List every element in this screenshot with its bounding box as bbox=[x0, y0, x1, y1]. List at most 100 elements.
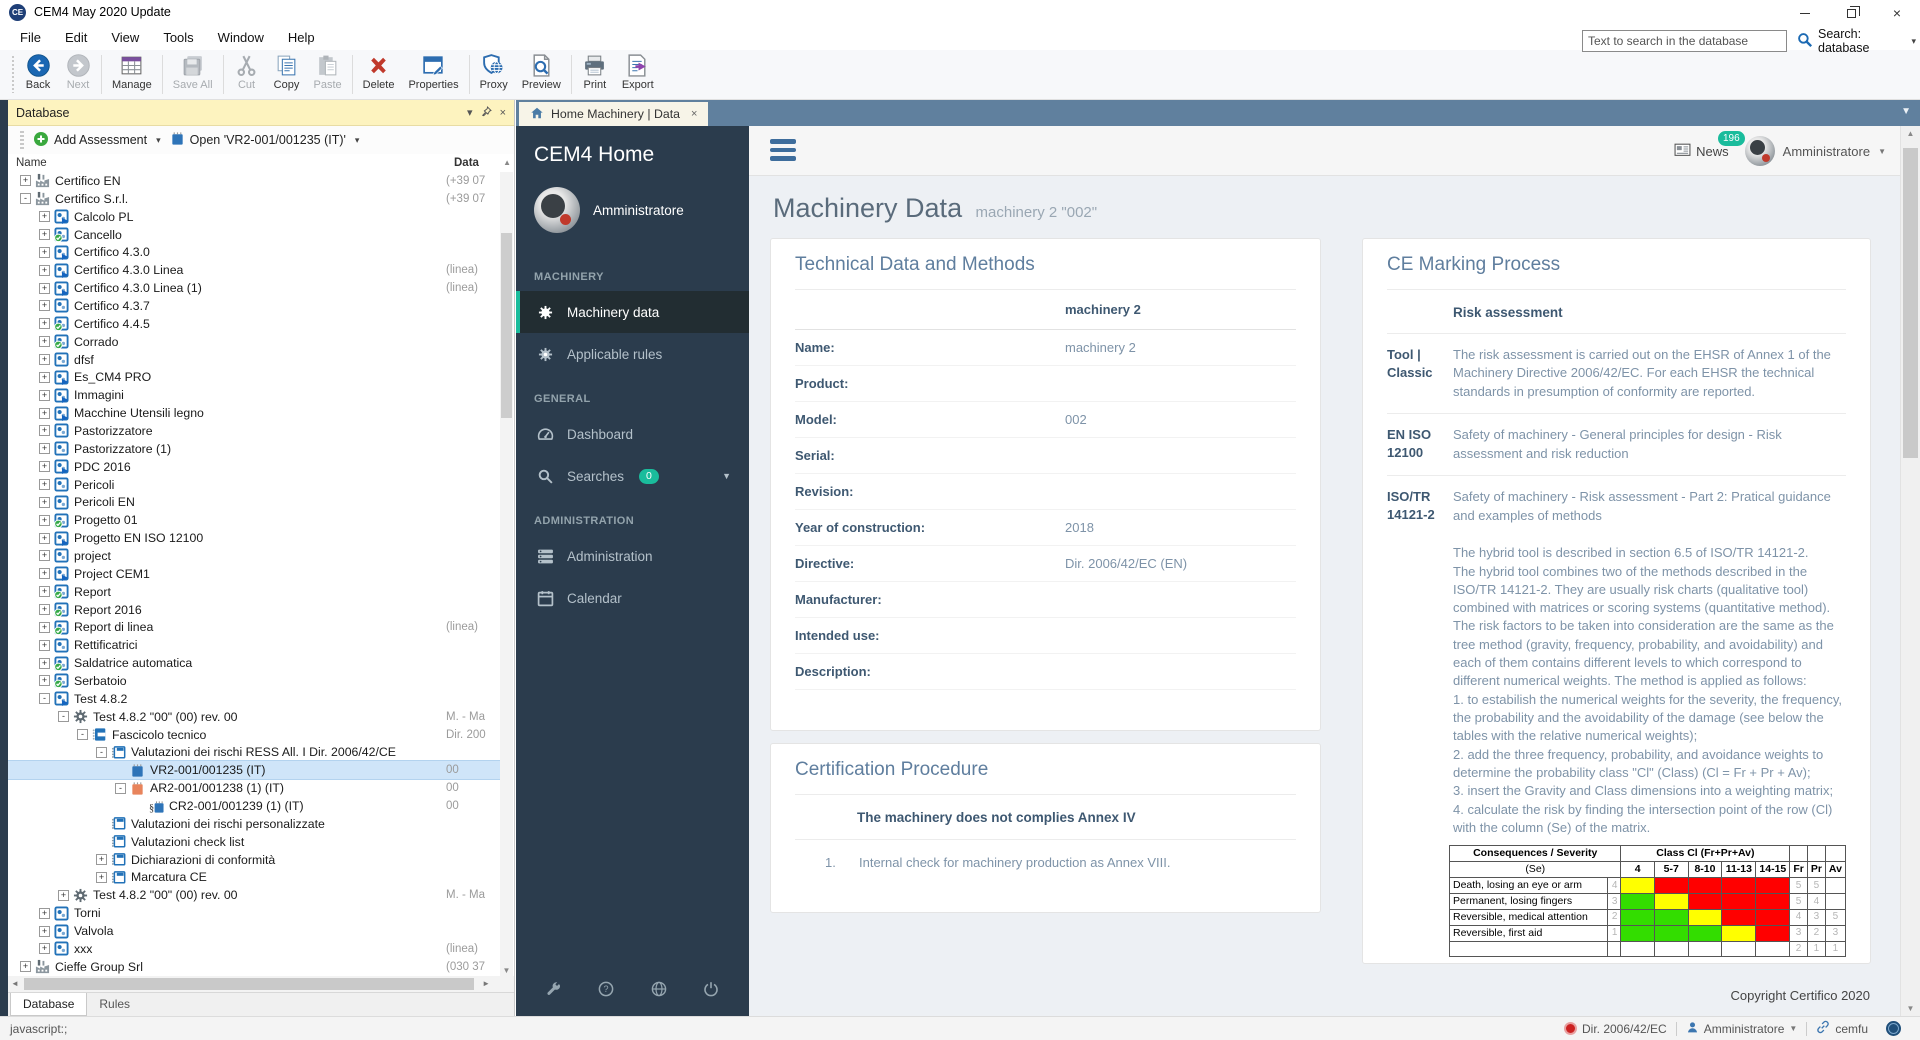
tree-item[interactable]: +Cancello bbox=[8, 226, 500, 244]
scroll-up-icon[interactable]: ▲ bbox=[1901, 129, 1920, 138]
tree-item[interactable]: +Project CEM1 bbox=[8, 565, 500, 583]
tree-item[interactable]: +Progetto EN ISO 12100 bbox=[8, 529, 500, 547]
scrollbar-thumb[interactable] bbox=[24, 978, 474, 990]
user-menu[interactable]: Amministratore ▼ bbox=[1745, 136, 1886, 166]
tree-item[interactable]: +Report bbox=[8, 583, 500, 601]
tree-item[interactable]: +Pastorizzatore (1) bbox=[8, 440, 500, 458]
tree-expander-icon[interactable]: + bbox=[39, 640, 50, 651]
minimize-button[interactable] bbox=[1782, 0, 1828, 26]
power-icon[interactable] bbox=[703, 981, 719, 1002]
hamburger-menu-icon[interactable] bbox=[770, 139, 796, 161]
sidebar-item-searches[interactable]: Searches0▼ bbox=[516, 455, 749, 497]
tree-expander-icon[interactable]: + bbox=[96, 854, 107, 865]
open-assessment-button[interactable]: Open 'VR2-001/001235 (IT)' bbox=[190, 133, 346, 147]
export-button[interactable]: Export bbox=[615, 50, 661, 99]
tree-expander-icon[interactable]: + bbox=[39, 604, 50, 615]
tree-expander-icon[interactable]: + bbox=[39, 943, 50, 954]
tree-expander-icon[interactable]: + bbox=[39, 408, 50, 419]
search-database-button[interactable]: Search: database ▾ bbox=[1797, 30, 1920, 52]
tree-item[interactable]: +Es_CM4 PRO bbox=[8, 368, 500, 386]
tree-item[interactable]: -Valutazioni dei rischi RESS All. I Dir.… bbox=[8, 744, 500, 762]
print-button[interactable]: Print bbox=[575, 50, 615, 99]
tree-item[interactable]: +Certifico 4.4.5 bbox=[8, 315, 500, 333]
add-assessment-button[interactable]: Add Assessment bbox=[54, 133, 147, 147]
status-user[interactable]: Amministratore ▼ bbox=[1677, 1021, 1807, 1037]
tree-item[interactable]: +xxx(linea) bbox=[8, 940, 500, 958]
pin-icon[interactable] bbox=[481, 106, 492, 120]
tree-expander-icon[interactable]: + bbox=[39, 229, 50, 240]
restore-button[interactable] bbox=[1828, 0, 1874, 26]
proxy-button[interactable]: Proxy bbox=[473, 50, 515, 99]
tab-database[interactable]: Database bbox=[10, 993, 87, 1016]
tree-item[interactable]: Valutazioni dei rischi personalizzate bbox=[8, 815, 500, 833]
scroll-right-icon[interactable]: ► bbox=[482, 979, 490, 988]
tree-expander-icon[interactable]: + bbox=[39, 586, 50, 597]
tree-item[interactable]: +Progetto 01 bbox=[8, 511, 500, 529]
tree-expander-icon[interactable]: + bbox=[39, 658, 50, 669]
tree-item[interactable]: +Dichiarazioni di conformità bbox=[8, 851, 500, 869]
tree-expander-icon[interactable]: + bbox=[39, 497, 50, 508]
tab-home-machinery-data[interactable]: Home Machinery | Data × bbox=[519, 102, 708, 126]
tree-expander-icon[interactable]: + bbox=[39, 515, 50, 526]
tree-item[interactable]: +Certifico 4.3.0 bbox=[8, 243, 500, 261]
tree-expander-icon[interactable]: - bbox=[20, 193, 31, 204]
tree-item[interactable]: -Test 4.8.2 "00" (00) rev. 00M. - Ma bbox=[8, 708, 500, 726]
tree-expander-icon[interactable]: + bbox=[39, 550, 50, 561]
tab-list-chevron-icon[interactable]: ▼ bbox=[1901, 106, 1911, 117]
tree-item[interactable]: -AR2-001/001238 (1) (IT)00 bbox=[8, 779, 500, 797]
preview-button[interactable]: Preview bbox=[515, 50, 568, 99]
tree-item[interactable]: +Serbatoio bbox=[8, 672, 500, 690]
tree-expander-icon[interactable]: + bbox=[96, 872, 107, 883]
tree-item[interactable]: +Saldatrice automatica bbox=[8, 654, 500, 672]
help-icon[interactable]: ? bbox=[598, 981, 614, 1002]
tree-expander-icon[interactable]: + bbox=[39, 425, 50, 436]
tree-expander-icon[interactable]: + bbox=[39, 533, 50, 544]
tree-expander-icon[interactable]: + bbox=[58, 890, 69, 901]
tree-item[interactable]: +Rettificatrici bbox=[8, 636, 500, 654]
scroll-down-icon[interactable]: ▼ bbox=[1901, 1004, 1920, 1013]
tree-item[interactable]: +Immagini bbox=[8, 386, 500, 404]
status-globe[interactable] bbox=[1877, 1021, 1910, 1036]
column-data[interactable]: Data bbox=[454, 157, 479, 169]
scroll-up-icon[interactable]: ▲ bbox=[503, 158, 511, 167]
manage-button[interactable]: Manage bbox=[105, 50, 159, 99]
chevron-down-icon[interactable]: ▾ bbox=[355, 135, 360, 146]
close-button[interactable]: × bbox=[1874, 0, 1920, 26]
scroll-down-icon[interactable]: ▼ bbox=[500, 966, 513, 975]
tree-expander-icon[interactable]: + bbox=[39, 211, 50, 222]
menu-view[interactable]: View bbox=[99, 26, 151, 49]
tree-item[interactable]: +Torni bbox=[8, 904, 500, 922]
tree-expander-icon[interactable]: + bbox=[39, 461, 50, 472]
tree-item[interactable]: +Certifico 4.3.0 Linea (1)(linea) bbox=[8, 279, 500, 297]
tree-item[interactable]: -Certifico S.r.l.(+39 07 bbox=[8, 190, 500, 208]
tree-item[interactable]: +Pastorizzatore bbox=[8, 422, 500, 440]
tree-vertical-scrollbar[interactable]: ▼ bbox=[500, 172, 513, 976]
tree-item[interactable]: -Fascicolo tecnicoDir. 200 bbox=[8, 726, 500, 744]
status-link[interactable]: cemfu bbox=[1807, 1020, 1877, 1037]
menu-tools[interactable]: Tools bbox=[151, 26, 205, 49]
tree-expander-icon[interactable]: + bbox=[39, 283, 50, 294]
tree-item[interactable]: +Marcatura CE bbox=[8, 869, 500, 887]
menu-window[interactable]: Window bbox=[206, 26, 276, 49]
tree-expander-icon[interactable]: + bbox=[39, 568, 50, 579]
wrench-icon[interactable] bbox=[546, 981, 562, 1002]
tree-item[interactable]: +Cieffe Group Srl(030 37 bbox=[8, 958, 500, 976]
tree-expander-icon[interactable]: + bbox=[39, 926, 50, 937]
tree-expander-icon[interactable]: + bbox=[39, 908, 50, 919]
column-name[interactable]: Name bbox=[16, 157, 47, 169]
window-menu-icon[interactable]: ▾ bbox=[467, 106, 473, 119]
main-vertical-scrollbar[interactable]: ▲ ▼ bbox=[1900, 126, 1920, 1016]
tree-expander-icon[interactable]: + bbox=[39, 354, 50, 365]
tree-expander-icon[interactable]: + bbox=[39, 247, 50, 258]
tree-item[interactable]: +project bbox=[8, 547, 500, 565]
menu-edit[interactable]: Edit bbox=[53, 26, 99, 49]
back-button[interactable]: Back bbox=[18, 50, 58, 99]
tree-item[interactable]: +Report di linea(linea) bbox=[8, 618, 500, 636]
scrollbar-thumb[interactable] bbox=[1903, 148, 1918, 458]
tree-item[interactable]: VR2-001/001235 (IT)00 bbox=[8, 761, 500, 779]
tree-expander-icon[interactable]: - bbox=[77, 729, 88, 740]
delete-button[interactable]: Delete bbox=[356, 50, 402, 99]
tree-item[interactable]: +Report 2016 bbox=[8, 601, 500, 619]
tree-horizontal-scrollbar[interactable]: ◄ ► bbox=[8, 976, 514, 992]
tree-expander-icon[interactable]: - bbox=[115, 783, 126, 794]
